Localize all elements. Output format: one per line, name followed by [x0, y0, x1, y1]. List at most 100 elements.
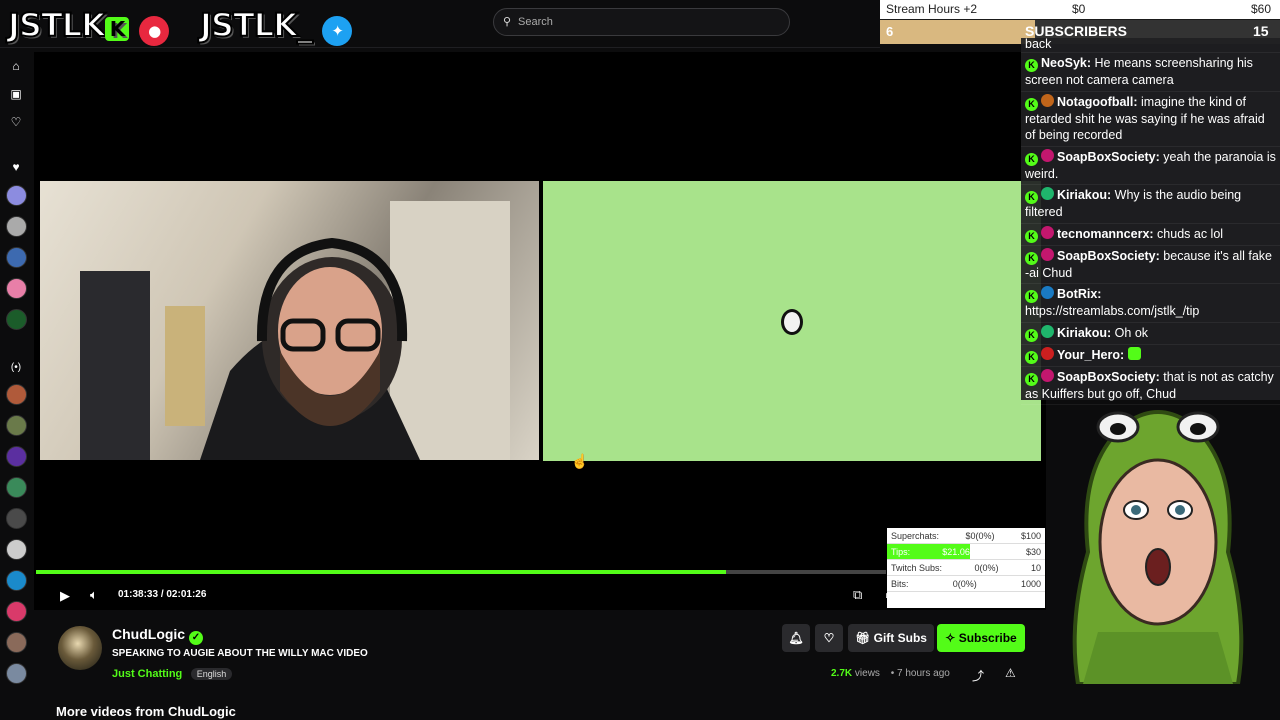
followed-channel-avatar[interactable]	[6, 278, 27, 299]
donation-goals-widget: Superchats: $0(0%) $100 Tips: $21.06(70%) $30…	[887, 528, 1045, 608]
followed-channel-avatar[interactable]	[6, 309, 27, 330]
notification-bell-button[interactable]: 🔔︎	[782, 624, 810, 652]
gift-subs-button[interactable]: 🎁︎ Gift Subs	[848, 624, 934, 652]
subscriber-count-right: 15	[1253, 23, 1269, 39]
streamer-silhouette	[80, 201, 510, 460]
goal-label: Twitch Subs:	[891, 562, 943, 573]
recommended-channel-avatar[interactable]	[6, 384, 27, 405]
views-label: views	[854, 668, 880, 679]
user-badge-icon	[1041, 225, 1054, 239]
channel-name[interactable]: ChudLogic ✓	[112, 626, 203, 645]
followed-channel-avatar[interactable]	[6, 185, 27, 206]
chat-message: K BotRix: https://streamlabs.com/jstlk_/t…	[1021, 284, 1280, 323]
frog-hood-mascot-image	[1072, 410, 1244, 684]
chat-cut-line: back	[1021, 38, 1280, 53]
stream-age: 7 hours ago	[897, 668, 950, 679]
goal-goal: 10	[1030, 562, 1041, 573]
volume-icon[interactable]: 🔈︎	[90, 587, 98, 603]
chat-message: K SoapBoxSociety: yeah the paranoia is we…	[1021, 147, 1280, 185]
stream-hours-label: Stream Hours +2	[886, 2, 978, 16]
recommended-channel-avatar[interactable]	[6, 415, 27, 436]
chat-message: K Your_Hero:	[1021, 345, 1280, 367]
goal-goal: $100	[1020, 530, 1041, 541]
follow-button[interactable]: ♡	[815, 624, 843, 652]
time-separator: /	[160, 589, 164, 600]
followed-channel-avatar[interactable]	[6, 216, 27, 237]
goal-value: $0(0%)	[965, 530, 995, 541]
goal-row: Twitch Subs: 0(0%) 10	[887, 560, 1045, 576]
kick-badge-icon: K	[104, 17, 129, 41]
gift-subs-label: Gift Subs	[873, 631, 927, 645]
chat-overlay: back K NeoSyk: He means screensharing his…	[1021, 38, 1280, 405]
goal-value: 0(0%)	[974, 562, 999, 573]
recommended-channel-avatar[interactable]	[6, 601, 27, 622]
user-badge-icon	[1041, 93, 1054, 107]
chat-username: Kiriakou:	[1057, 188, 1112, 202]
goal-row: Bits: 0(0%) 1000	[887, 576, 1045, 592]
subscriber-goal-fill	[880, 20, 1035, 44]
top-bar: JSTLK K ● JSTLK_ ✦ ⚲ Search	[0, 0, 880, 48]
favorites-heart-icon: ♥	[12, 160, 20, 174]
kick-badge-icon: K	[1025, 372, 1038, 386]
chat-message: K Notagoofball: imagine the kind of retar…	[1021, 92, 1280, 147]
kick-badge-icon: K	[1025, 97, 1038, 111]
verified-badge-icon: ✓	[189, 631, 203, 645]
kick-badge-icon: K	[1025, 350, 1038, 364]
time-total: 02:01:26	[166, 589, 207, 600]
chat-text: Oh ok	[1114, 325, 1149, 340]
kick-badge-icon: K	[1025, 290, 1038, 303]
kick-badge-icon: K	[1025, 251, 1038, 265]
recommended-channel-avatar[interactable]	[6, 508, 27, 529]
browse-icon[interactable]: ▣	[9, 87, 23, 101]
goal-rows: Superchats: $0(0%) $100 Tips: $21.06(70%) $30…	[887, 528, 1045, 592]
chat-username: tecnomanncerx:	[1057, 226, 1154, 241]
share-icon[interactable]: ⤴	[972, 667, 984, 684]
recommended-channel-avatar[interactable]	[6, 663, 27, 684]
following-icon[interactable]: ♡	[9, 115, 23, 129]
goal-row: Tips: $21.06(70%) $30	[887, 544, 1045, 560]
chat-username: SoapBoxSociety:	[1057, 369, 1160, 384]
recommended-channel-avatar[interactable]	[6, 632, 27, 653]
search-icon: ⚲	[503, 16, 512, 28]
stream-info: ChudLogic ✓ SPEAKING TO AUGIE ABOUT THE …	[36, 618, 1036, 720]
seek-bar[interactable]	[36, 570, 886, 574]
more-videos-heading: More videos from ChudLogic	[56, 704, 236, 719]
chat-text: chuds ac lol	[1157, 226, 1224, 241]
recommended-channel-avatar[interactable]	[6, 477, 27, 498]
user-badge-icon	[1041, 368, 1054, 382]
amount-end: $60	[1251, 2, 1272, 16]
kick-logo: JSTLK K ●	[7, 5, 170, 46]
goal-label: Bits:	[891, 578, 909, 589]
category-link[interactable]: Just Chatting	[112, 668, 182, 680]
pip-icon[interactable]: ⧉	[853, 587, 862, 603]
goal-value: 0(0%)	[952, 578, 977, 589]
goal-label: Superchats:	[891, 530, 940, 541]
goal-goal: $30	[1025, 546, 1041, 557]
chat-username: Your_Hero:	[1057, 347, 1125, 362]
kick-badge-icon: K	[1025, 59, 1038, 72]
chat-message: K Kiriakou: Oh ok	[1021, 323, 1280, 345]
recommended-channel-avatar[interactable]	[6, 570, 27, 591]
subscribe-button[interactable]: ✧ Subscribe	[937, 624, 1025, 652]
chat-username: BotRix:	[1057, 287, 1102, 301]
report-warning-icon[interactable]: ⚠	[1005, 666, 1016, 680]
channel-avatar[interactable]	[58, 626, 102, 670]
chat-username: Kiriakou:	[1057, 325, 1112, 340]
recommended-channel-avatar[interactable]	[6, 446, 27, 467]
chat-username: Notagoofball:	[1057, 94, 1138, 109]
followed-channel-avatar[interactable]	[6, 247, 27, 268]
recommended-channel-avatar[interactable]	[6, 539, 27, 560]
kick-badge-icon: K	[1025, 191, 1038, 204]
heart-icon: ♡	[823, 631, 835, 645]
chat-message: K SoapBoxSociety: that is not as catchy a…	[1021, 367, 1280, 405]
home-icon[interactable]: ⌂	[9, 59, 23, 73]
goal-value: $21.06(70%)	[942, 546, 994, 557]
emote-icon	[1127, 346, 1141, 360]
stream-title: SPEAKING TO AUGIE ABOUT THE WILLY MAC VI…	[112, 648, 368, 659]
search-input[interactable]: ⚲ Search	[493, 8, 790, 36]
kick-badge-icon: K	[1025, 328, 1038, 342]
user-badge-icon	[1041, 148, 1054, 162]
views-count: 2.7K	[831, 668, 853, 679]
language-tag[interactable]: English	[190, 668, 233, 680]
play-button[interactable]: ▶	[60, 588, 70, 604]
